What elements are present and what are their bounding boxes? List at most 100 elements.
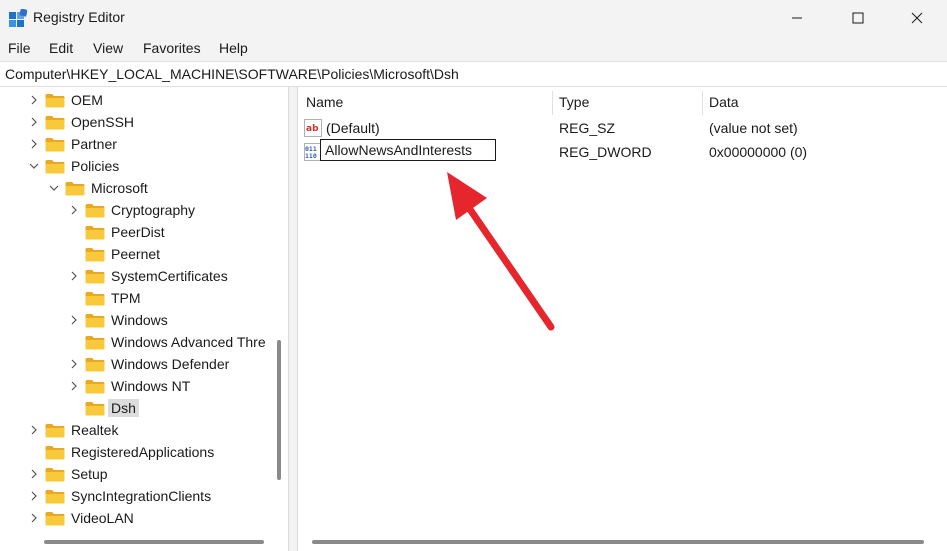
- chevron-right-icon[interactable]: [27, 463, 41, 485]
- folder-icon: [85, 269, 105, 284]
- folder-icon: [85, 203, 105, 218]
- key-tree[interactable]: OEM OpenSSH Partner Policies Microsoft Crypto…: [0, 87, 288, 551]
- tree-item[interactable]: Partner: [27, 133, 117, 155]
- folder-icon: [85, 225, 105, 240]
- folder-icon: [85, 401, 105, 416]
- chevron-right-icon[interactable]: [67, 375, 81, 397]
- menu-view[interactable]: View: [93, 40, 123, 56]
- folder-icon: [45, 467, 65, 482]
- tree-item[interactable]: Setup: [27, 463, 108, 485]
- chevron-right-icon[interactable]: [27, 507, 41, 529]
- folder-icon: [45, 137, 65, 152]
- column-type[interactable]: Type: [559, 94, 589, 110]
- title-bar: Registry Editor: [0, 0, 947, 36]
- folder-icon: [85, 379, 105, 394]
- folder-icon: [85, 335, 105, 350]
- value-type: REG_DWORD: [559, 144, 652, 160]
- folder-icon: [85, 247, 105, 262]
- address-path[interactable]: Computer\HKEY_LOCAL_MACHINE\SOFTWARE\Pol…: [5, 66, 459, 82]
- rename-input[interactable]: AllowNewsAndInterests: [320, 139, 496, 161]
- tree-item[interactable]: Realtek: [27, 419, 118, 441]
- chevron-right-icon[interactable]: [67, 199, 81, 221]
- tree-item[interactable]: Dsh: [67, 397, 139, 419]
- tree-item[interactable]: Microsoft: [47, 177, 148, 199]
- tree-item-label: PeerDist: [111, 224, 165, 240]
- tree-item[interactable]: PeerDist: [67, 221, 165, 243]
- column-divider[interactable]: [702, 91, 703, 115]
- tree-item[interactable]: SystemCertificates: [67, 265, 228, 287]
- tree-item-label: Cryptography: [111, 202, 196, 218]
- column-name[interactable]: Name: [306, 94, 343, 110]
- folder-icon: [45, 159, 65, 174]
- tree-horizontal-scrollbar[interactable]: [44, 540, 264, 544]
- minimize-icon: [792, 17, 802, 19]
- chevron-down-icon[interactable]: [47, 177, 61, 199]
- tree-item[interactable]: Windows Advanced Thre: [67, 331, 266, 353]
- window-title: Registry Editor: [33, 9, 125, 25]
- tree-item-label: Windows NT: [111, 378, 191, 394]
- tree-item[interactable]: Policies: [27, 155, 119, 177]
- folder-icon: [45, 115, 65, 130]
- tree-item[interactable]: Peernet: [67, 243, 160, 265]
- tree-item[interactable]: Windows Defender: [67, 353, 229, 375]
- value-name: (Default): [326, 120, 380, 136]
- folder-icon: [45, 489, 65, 504]
- chevron-down-icon[interactable]: [27, 155, 41, 177]
- tree-item-label: RegisteredApplications: [71, 444, 215, 460]
- tree-vertical-scrollbar[interactable]: [277, 340, 281, 480]
- maximize-button[interactable]: [828, 0, 888, 36]
- list-horizontal-scrollbar[interactable]: [312, 540, 924, 544]
- svg-text:110: 110: [305, 152, 317, 160]
- value-row[interactable]: ab (Default) REG_SZ (value not set): [298, 117, 947, 141]
- folder-icon: [45, 445, 65, 460]
- tree-item[interactable]: RegisteredApplications: [27, 441, 214, 463]
- tree-item[interactable]: TPM: [67, 287, 141, 309]
- chevron-right-icon[interactable]: [27, 133, 41, 155]
- folder-icon: [85, 291, 105, 306]
- close-button[interactable]: [887, 0, 947, 36]
- tree-item-label: Realtek: [71, 422, 119, 438]
- tree-item[interactable]: OEM: [27, 89, 103, 111]
- close-icon: [911, 12, 923, 24]
- chevron-right-icon[interactable]: [67, 353, 81, 375]
- column-data[interactable]: Data: [709, 94, 739, 110]
- tree-item-label: Microsoft: [91, 180, 148, 196]
- menu-favorites[interactable]: Favorites: [143, 40, 201, 56]
- registry-editor-icon: [9, 9, 27, 27]
- tree-item[interactable]: VideoLAN: [27, 507, 134, 529]
- tree-item-label: OEM: [71, 92, 103, 108]
- address-bar[interactable]: Computer\HKEY_LOCAL_MACHINE\SOFTWARE\Pol…: [0, 61, 947, 87]
- tree-item[interactable]: Cryptography: [67, 199, 195, 221]
- folder-icon: [45, 423, 65, 438]
- chevron-right-icon[interactable]: [67, 309, 81, 331]
- chevron-right-icon[interactable]: [27, 419, 41, 441]
- column-divider[interactable]: [552, 91, 553, 115]
- chevron-right-icon[interactable]: [27, 89, 41, 111]
- tree-item-label: Windows Advanced Thre: [111, 334, 266, 350]
- folder-icon: [85, 313, 105, 328]
- list-header: Name Type Data: [298, 87, 947, 117]
- minimize-button[interactable]: [767, 0, 827, 36]
- menu-file[interactable]: File: [8, 40, 31, 56]
- tree-item[interactable]: OpenSSH: [27, 111, 134, 133]
- menu-help[interactable]: Help: [219, 40, 248, 56]
- chevron-right-icon[interactable]: [27, 485, 41, 507]
- tree-item-label: SyncIntegrationClients: [71, 488, 212, 504]
- menu-edit[interactable]: Edit: [49, 40, 73, 56]
- pane-splitter[interactable]: [288, 87, 298, 551]
- tree-item-label: Policies: [71, 158, 120, 174]
- values-list[interactable]: Name Type Data ab (Default) REG_SZ (valu…: [298, 87, 947, 551]
- tree-item[interactable]: Windows NT: [67, 375, 190, 397]
- chevron-right-icon[interactable]: [27, 111, 41, 133]
- string-value-icon: ab: [304, 119, 322, 137]
- tree-item[interactable]: Windows: [67, 309, 168, 331]
- tree-item-label: SystemCertificates: [111, 268, 228, 284]
- value-row[interactable]: 011 110 AllowNewsAndInterests REG_DWORD …: [298, 139, 947, 165]
- tree-item[interactable]: SyncIntegrationClients: [27, 485, 211, 507]
- chevron-right-icon[interactable]: [67, 265, 81, 287]
